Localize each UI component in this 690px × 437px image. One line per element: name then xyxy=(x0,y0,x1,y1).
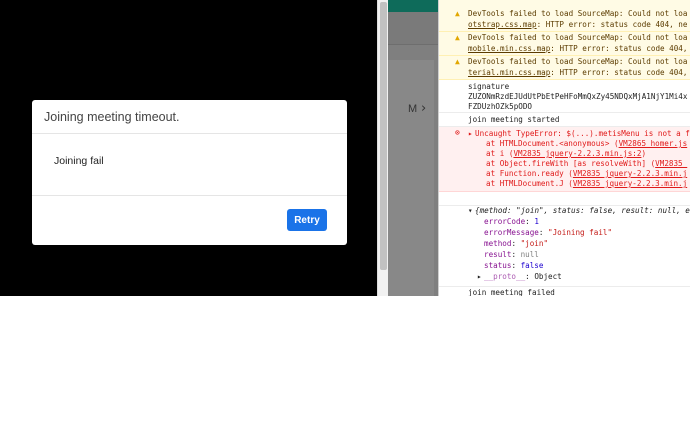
dialog-divider xyxy=(32,195,347,196)
property-value: Object xyxy=(534,272,562,281)
property-key: errorCode xyxy=(484,217,526,226)
app-header-bar xyxy=(388,0,438,12)
console-warning: ▲ DevTools failed to load SourceMap: Cou… xyxy=(439,8,690,32)
source-link[interactable]: VM2865 homer.js xyxy=(619,139,688,148)
property-value: null xyxy=(520,250,539,259)
source-link[interactable]: VM2835 jquery-2.2.3.min.j xyxy=(573,179,687,188)
warning-text: : HTTP error: status code 404, xyxy=(550,68,688,77)
property-value: "Joining fail" xyxy=(548,228,613,237)
property-key: status xyxy=(484,261,512,270)
app-panel xyxy=(388,60,434,296)
source-link[interactable]: VM2835 jquery-2.2.3.min.j xyxy=(573,169,687,178)
warning-icon: ▲ xyxy=(455,57,460,66)
object-summary: method: "join", status: false, result: n… xyxy=(479,206,690,215)
log-text: join meeting started xyxy=(468,115,560,124)
property-value: 1 xyxy=(534,217,539,226)
console-log: signature ZUZONmRzdEJUdUtPbEtPeHFoMmQxZy… xyxy=(439,80,690,113)
property-key: method xyxy=(484,239,512,248)
stack-frame: at Object.fireWith [as resolveWith] ( xyxy=(486,159,656,168)
console-error: ⊗ ▸ Uncaught TypeError: $(...).metisMenu… xyxy=(439,127,690,192)
chevron-right-icon[interactable]: › xyxy=(421,101,426,116)
dialog-divider xyxy=(32,133,347,134)
console-warning: ▲ DevTools failed to load SourceMap: Cou… xyxy=(439,32,690,56)
log-text: join meeting failed xyxy=(468,288,555,296)
property-key: errorMessage xyxy=(484,228,539,237)
stack-frame: at HTMLDocument.<anonymous> ( xyxy=(486,139,619,148)
log-text: signature xyxy=(468,82,510,91)
warning-text: : HTTP error: status code 404, ne xyxy=(536,20,688,29)
log-text: FZDUzhOZk5pODO xyxy=(468,102,533,111)
source-link[interactable]: otstrap.css.map xyxy=(468,20,537,29)
expand-triangle-icon[interactable]: ▸ xyxy=(477,272,482,283)
warning-text: DevTools failed to load SourceMap: Could… xyxy=(468,33,688,42)
stack-frame: ) xyxy=(641,149,647,158)
stack-frame: at Function.ready ( xyxy=(486,169,573,178)
console-warning: ▲ DevTools failed to load SourceMap: Cou… xyxy=(439,56,690,80)
warning-text: : HTTP error: status code 404, xyxy=(550,44,688,53)
stack-frame: at HTMLDocument.J ( xyxy=(486,179,573,188)
property-key: __proto__ xyxy=(484,272,526,281)
dialog-message: Joining fail xyxy=(54,155,104,167)
property-key: result xyxy=(484,250,512,259)
console-log: join meeting started xyxy=(439,113,690,127)
scrollbar-thumb[interactable] xyxy=(380,2,387,270)
console-object: ▾ {method: "join", status: false, result… xyxy=(439,206,690,287)
meeting-area: Joining meeting timeout. Joining fail Re… xyxy=(0,0,377,296)
property-value: "join" xyxy=(520,239,549,248)
stack-frame: at i ( xyxy=(486,149,514,158)
log-text: ZUZONmRzdEJUdUtPbEtPeHFoMmQxZy45NDQxMjA1… xyxy=(468,92,688,101)
console-log: join meeting failed xyxy=(439,287,690,296)
dialog-title: Joining meeting timeout. xyxy=(44,110,180,124)
source-link[interactable]: VM2835_ xyxy=(655,159,687,168)
retry-button[interactable]: Retry xyxy=(287,209,327,231)
warning-icon: ▲ xyxy=(455,9,460,18)
console-spacer xyxy=(439,192,690,206)
panel-label: M xyxy=(408,103,418,115)
source-link[interactable]: mobile.min.css.map xyxy=(468,44,550,53)
background-app: M › xyxy=(388,0,438,296)
warning-text: DevTools failed to load SourceMap: Could… xyxy=(468,57,688,66)
devtools-console: ‾‾‾‾‾‾‾‾‾‾‾‾‾‾‾‾‾‾‾‾‾‾‾‾‾‾‾‾‾‾‾‾‾‾ ▲ Dev… xyxy=(438,0,690,296)
app-toolbar xyxy=(388,12,438,45)
source-link[interactable]: terial.min.css.map xyxy=(468,68,550,77)
error-icon: ⊗ xyxy=(455,128,460,137)
warning-icon: ▲ xyxy=(455,33,460,42)
expand-triangle-icon[interactable]: ▸ xyxy=(468,129,473,140)
property-value: false xyxy=(520,261,544,270)
warning-text: DevTools failed to load SourceMap: Could… xyxy=(468,9,688,18)
timeout-dialog: Joining meeting timeout. Joining fail Re… xyxy=(32,100,347,245)
error-text: Uncaught TypeError: $(...).metisMenu is … xyxy=(475,129,690,138)
source-link[interactable]: VM2835 jquery-2.2.3.min.js:2 xyxy=(513,149,641,158)
collapse-triangle-icon[interactable]: ▾ xyxy=(468,206,473,217)
